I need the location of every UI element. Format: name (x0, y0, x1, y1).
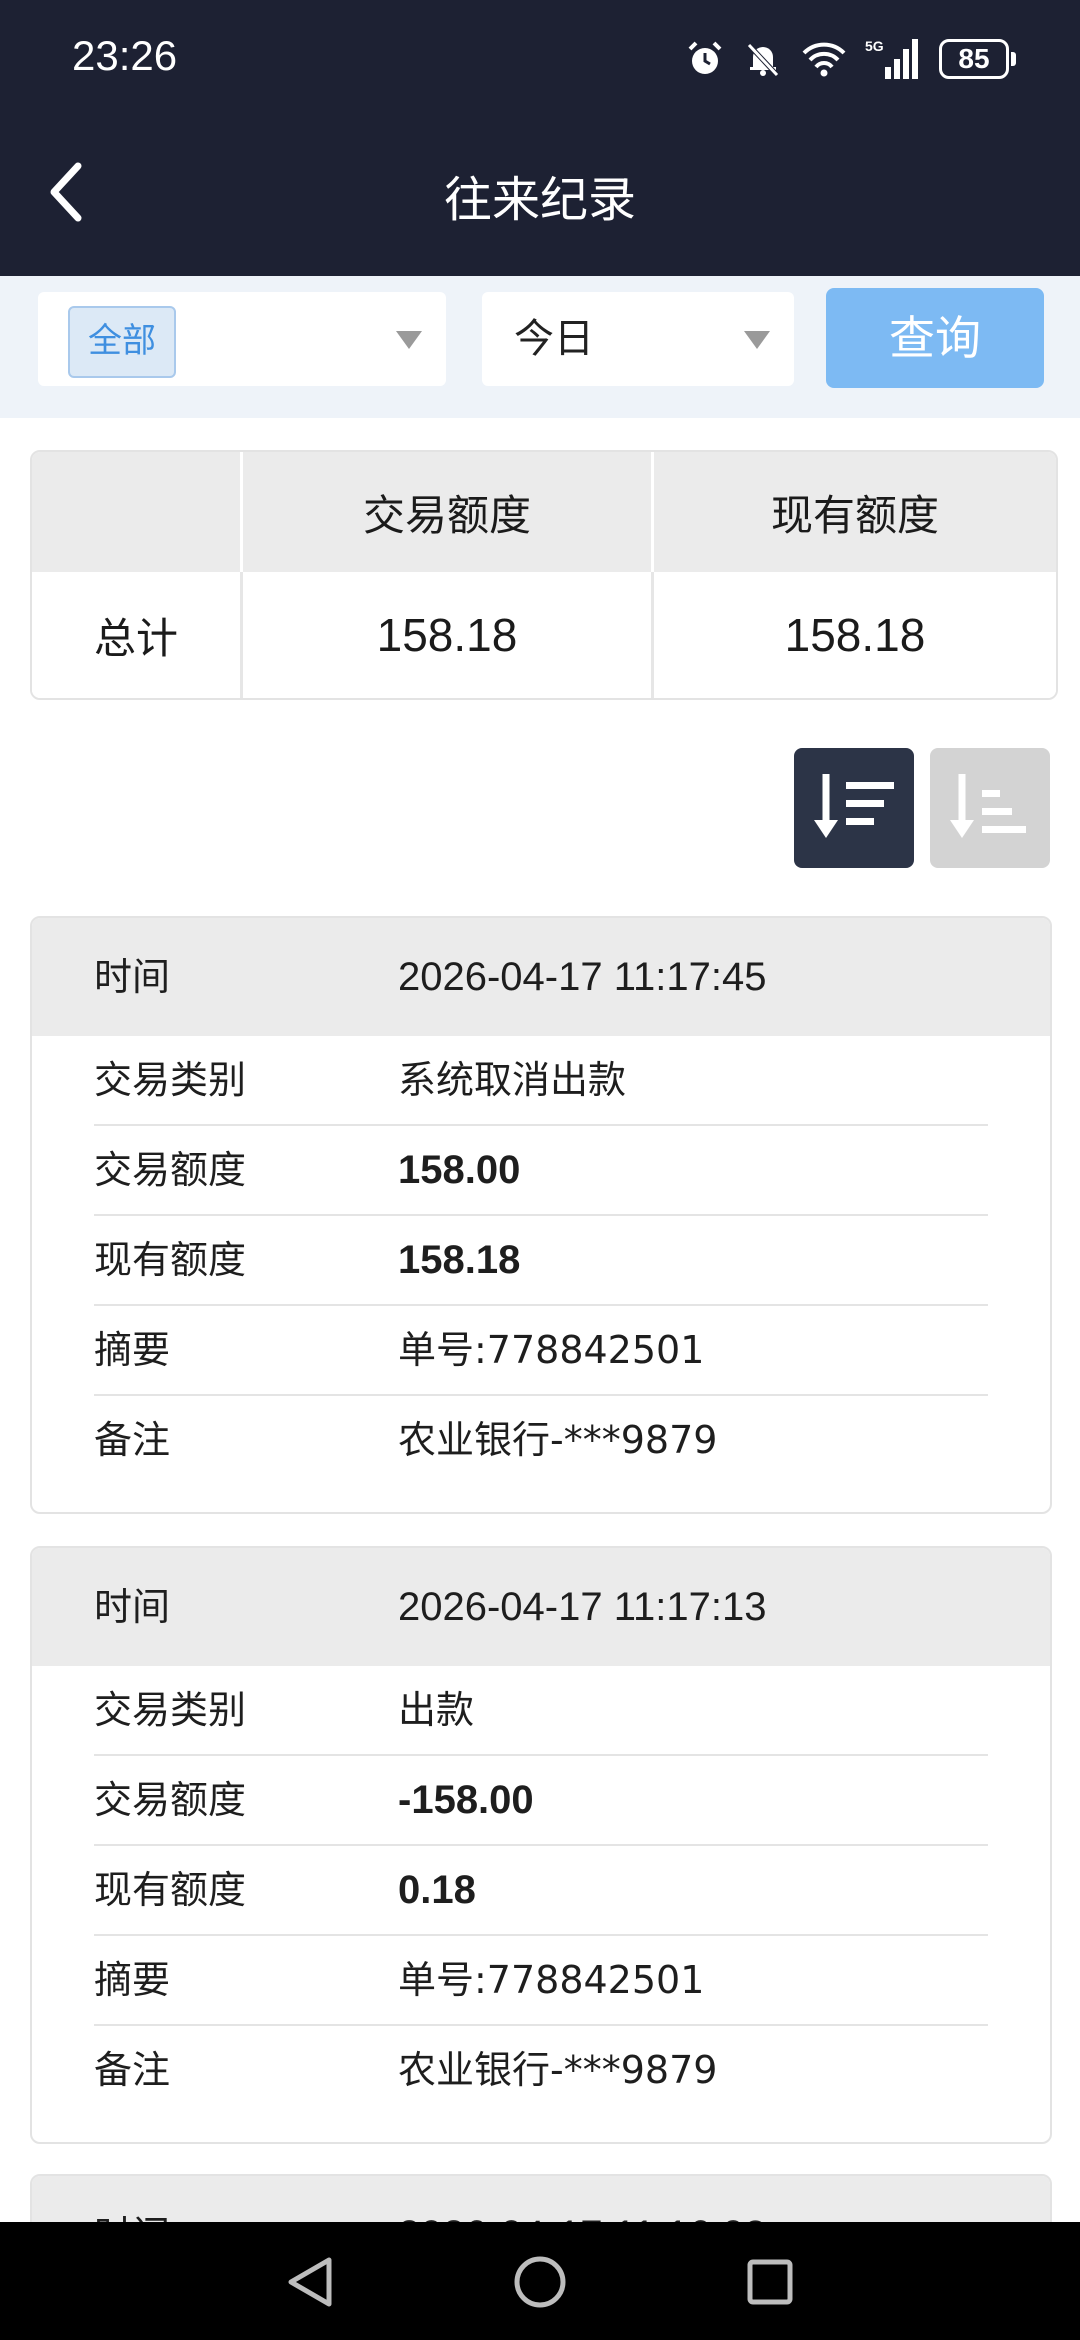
nav-recents-icon (747, 2259, 793, 2305)
query-button[interactable]: 查询 (826, 288, 1044, 388)
battery-level: 85 (939, 39, 1009, 79)
page-title: 往来纪录 (443, 172, 636, 228)
record-row-label: 摘要 (94, 1958, 171, 2002)
alarm-icon (685, 39, 725, 79)
nav-recents-button[interactable] (740, 2252, 800, 2312)
record-card: 时间 2026-04-17 11:17:13 交易类别 出款 交易额度 -158… (30, 1546, 1052, 2144)
record-time-row: 时间 2026-04-17 11:17:13 (32, 1548, 1050, 1666)
sort-ascending-button[interactable] (930, 748, 1050, 868)
record-row-label: 备注 (94, 1418, 171, 1462)
summary-header-empty (32, 452, 243, 572)
status-icons: 5G 85 (685, 34, 1016, 84)
record-row-value: 158.00 (398, 1148, 521, 1192)
record-row-value: 出款 (398, 1688, 475, 1732)
sort-descending-button[interactable] (794, 748, 914, 868)
record-card: 时间 2026-04-17 11:17:45 交易类别 系统取消出款 交易额度 … (30, 916, 1052, 1514)
record-row-label: 交易类别 (94, 1058, 247, 1102)
date-select-value: 今日 (514, 316, 594, 362)
record-row-balance: 现有额度 158.18 (94, 1216, 988, 1306)
record-row-note: 备注 农业银行-***9879 (94, 1396, 988, 1484)
record-time-label: 时间 (94, 1585, 171, 1629)
record-row-value: 农业银行-***9879 (398, 2048, 718, 2092)
signal-5g-icon: 5G (865, 37, 921, 81)
mute-icon (743, 39, 783, 79)
summary-header-balance: 现有额度 (770, 490, 939, 540)
record-row-value: 系统取消出款 (398, 1058, 627, 1102)
record-row-value: 158.18 (398, 1238, 521, 1282)
record-row-label: 交易额度 (94, 1778, 247, 1822)
record-time-value: 2026-04-17 11:17:45 (398, 955, 767, 999)
record-row-type: 交易类别 出款 (94, 1666, 988, 1756)
record-row-amount: 交易额度 158.00 (94, 1126, 988, 1216)
record-row-value: -158.00 (398, 1778, 534, 1822)
summary-total-row: 总计 158.18 158.18 (32, 572, 1056, 698)
record-time-row: 时间 2026-04-17 11:17:45 (32, 918, 1050, 1036)
nav-back-button[interactable] (280, 2252, 340, 2312)
nav-home-button[interactable] (510, 2252, 570, 2312)
sort-descending-icon (814, 774, 894, 838)
record-row-type: 交易类别 系统取消出款 (94, 1036, 988, 1126)
summary-total-transaction: 158.18 (243, 572, 654, 698)
wifi-icon (801, 39, 847, 79)
status-time: 23:26 (72, 32, 178, 79)
record-row-balance: 现有额度 0.18 (94, 1846, 988, 1936)
nav-home-icon (514, 2256, 566, 2308)
filter-bar: 全部 今日 查询 (0, 276, 1080, 418)
summary-table: 交易额度 现有额度 总计 158.18 158.18 (30, 450, 1058, 700)
summary-header-transaction: 交易额度 (243, 452, 654, 572)
record-time-value: 2026-04-17 11:17:13 (398, 1585, 767, 1629)
chevron-down-icon (744, 331, 770, 349)
record-row-summary: 摘要 单号:778842501 (94, 1936, 988, 2026)
record-row-amount: 交易额度 -158.00 (94, 1756, 988, 1846)
record-time-label: 时间 (94, 955, 171, 999)
record-row-value: 农业银行-***9879 (398, 1418, 718, 1462)
summary-total-balance: 158.18 (784, 609, 926, 661)
date-select[interactable]: 今日 (482, 292, 794, 386)
record-row-value: 单号:778842501 (398, 1328, 705, 1372)
battery-icon: 85 (939, 39, 1016, 79)
record-row-summary: 摘要 单号:778842501 (94, 1306, 988, 1396)
type-select[interactable]: 全部 (38, 292, 446, 386)
record-row-note: 备注 农业银行-***9879 (94, 2026, 988, 2114)
record-row-label: 现有额度 (94, 1868, 247, 1912)
app-header: 23:26 5G 85 往来纪录 (0, 0, 1080, 276)
record-row-label: 摘要 (94, 1328, 171, 1372)
record-row-label: 交易类别 (94, 1688, 247, 1732)
summary-header-row: 交易额度 现有额度 (32, 452, 1056, 572)
chevron-down-icon (396, 331, 422, 349)
record-row-label: 现有额度 (94, 1238, 247, 1282)
record-row-value: 单号:778842501 (398, 1958, 705, 2002)
record-row-value: 0.18 (398, 1868, 476, 1912)
system-nav-bar (0, 2222, 1080, 2340)
summary-total-label: 总计 (32, 572, 243, 698)
sort-ascending-icon (950, 774, 1026, 838)
record-row-label: 交易额度 (94, 1148, 247, 1192)
svg-text:5G: 5G (865, 38, 884, 54)
record-row-label: 备注 (94, 2048, 171, 2092)
type-tag[interactable]: 全部 (68, 306, 176, 378)
nav-back-icon (288, 2257, 332, 2307)
